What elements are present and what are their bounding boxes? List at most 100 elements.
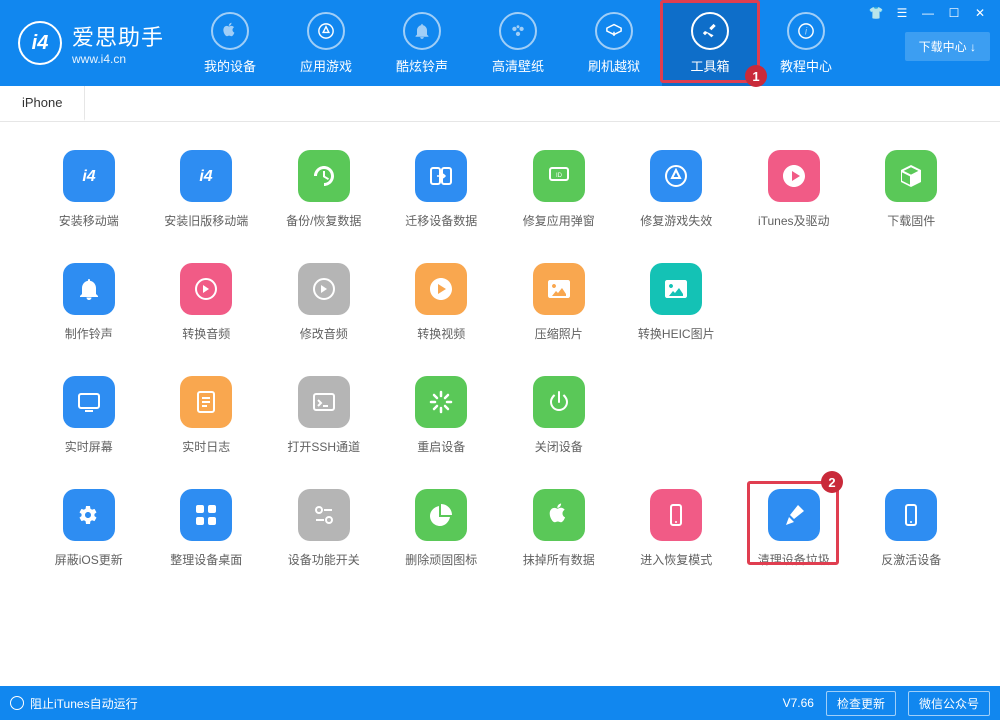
tool-label: 迁移设备数据 xyxy=(405,212,477,229)
tool-反激活设备[interactable]: 反激活设备 xyxy=(853,489,971,568)
log-icon xyxy=(180,376,232,428)
app-title: 爱思助手 xyxy=(72,20,164,52)
download-center-button[interactable]: 下载中心 ↓ xyxy=(905,32,990,61)
tool-修复应用弹窗[interactable]: ID 修复应用弹窗 xyxy=(500,150,618,229)
radio-icon[interactable] xyxy=(10,696,24,710)
appleid-icon: ID xyxy=(533,150,585,202)
nav-4[interactable]: 刷机越狱 xyxy=(566,0,662,86)
header: i4 爱思助手 www.i4.cn 我的设备 应用游戏 酷炫铃声 高清壁纸 刷机越狱工具… xyxy=(0,0,1000,86)
apple-icon xyxy=(533,489,585,541)
tool-下载固件[interactable]: 下载固件 xyxy=(853,150,971,229)
tool-打开SSH通道[interactable]: 打开SSH通道 xyxy=(265,376,383,455)
wechat-button[interactable]: 微信公众号 xyxy=(908,691,990,716)
svg-text:i4: i4 xyxy=(82,168,95,185)
tool-实时屏幕[interactable]: 实时屏幕 xyxy=(30,376,148,455)
tool-压缩照片[interactable]: 压缩照片 xyxy=(500,263,618,342)
tool-重启设备[interactable]: 重启设备 xyxy=(383,376,501,455)
tool-label: 关闭设备 xyxy=(535,438,583,455)
terminal-icon xyxy=(298,376,350,428)
restore-icon xyxy=(298,150,350,202)
tool-转换视频[interactable]: 转换视频 xyxy=(383,263,501,342)
nav-label: 酷炫铃声 xyxy=(396,56,448,75)
power-icon xyxy=(533,376,585,428)
theme-icon[interactable]: 👕 xyxy=(864,4,888,22)
tool-修改音频[interactable]: 修改音频 xyxy=(265,263,383,342)
footer-itunes-toggle[interactable]: 阻止iTunes自动运行 xyxy=(30,695,138,712)
tool-label: iTunes及驱动 xyxy=(758,212,830,229)
nav-label: 高清壁纸 xyxy=(492,56,544,75)
phone-icon xyxy=(650,489,702,541)
check-update-button[interactable]: 检查更新 xyxy=(826,691,896,716)
nav-1[interactable]: 应用游戏 xyxy=(278,0,374,86)
nav-icon-5 xyxy=(691,12,729,50)
tool-label: 反激活设备 xyxy=(881,551,941,568)
image-icon xyxy=(533,263,585,315)
tools-grid: i4 安装移动端 i4安装旧版移动端备份/恢复数据迁移设备数据 ID 修复应用弹窗 修复游… xyxy=(30,150,970,568)
i4-icon: i4 xyxy=(63,150,115,202)
tool-进入恢复模式[interactable]: 进入恢复模式 xyxy=(618,489,736,568)
image-icon xyxy=(650,263,702,315)
nav-label: 工具箱 xyxy=(691,56,730,75)
tool-整理设备桌面[interactable]: 整理设备桌面 xyxy=(148,489,266,568)
tool-label: 实时日志 xyxy=(182,438,230,455)
loading-icon xyxy=(415,376,467,428)
tool-label: 整理设备桌面 xyxy=(170,551,242,568)
tool-label: 安装移动端 xyxy=(59,212,119,229)
app-url: www.i4.cn xyxy=(72,52,164,66)
toggle-icon xyxy=(298,489,350,541)
logo-badge-icon: i4 xyxy=(18,21,62,65)
app-logo: i4 爱思助手 www.i4.cn xyxy=(0,20,182,66)
tool-实时日志[interactable]: 实时日志 xyxy=(148,376,266,455)
tool-抹掉所有数据[interactable]: 抹掉所有数据 xyxy=(500,489,618,568)
tool-label: 屏蔽iOS更新 xyxy=(55,551,123,568)
migrate-icon xyxy=(415,150,467,202)
nav-icon-6: i xyxy=(787,12,825,50)
tool-设备功能开关[interactable]: 设备功能开关 xyxy=(265,489,383,568)
nav-icon-2 xyxy=(403,12,441,50)
tool-制作铃声[interactable]: 制作铃声 xyxy=(30,263,148,342)
nav-5[interactable]: 工具箱 xyxy=(662,0,758,86)
nav-3[interactable]: 高清壁纸 xyxy=(470,0,566,86)
tool-迁移设备数据[interactable]: 迁移设备数据 xyxy=(383,150,501,229)
tool-修复游戏失效[interactable]: 修复游戏失效 xyxy=(618,150,736,229)
maximize-icon[interactable]: ☐ xyxy=(942,4,966,22)
tool-备份/恢复数据[interactable]: 备份/恢复数据 xyxy=(265,150,383,229)
annotation-badge-2: 2 xyxy=(821,471,843,493)
bell-icon xyxy=(63,263,115,315)
tool-清理设备垃圾[interactable]: 清理设备垃圾2 xyxy=(735,489,853,568)
phone-icon xyxy=(885,489,937,541)
tool-转换HEIC图片[interactable]: 转换HEIC图片 xyxy=(618,263,736,342)
nav-0[interactable]: 我的设备 xyxy=(182,0,278,86)
clean-icon xyxy=(768,489,820,541)
tool-安装旧版移动端[interactable]: i4安装旧版移动端 xyxy=(148,150,266,229)
screen-icon xyxy=(63,376,115,428)
nav-label: 应用游戏 xyxy=(300,56,352,75)
tool-label: 安装旧版移动端 xyxy=(164,212,248,229)
menu-icon[interactable]: ☰ xyxy=(890,4,914,22)
tool-label: 实时屏幕 xyxy=(65,438,113,455)
tool-label: 修复应用弹窗 xyxy=(523,212,595,229)
nav-icon-1 xyxy=(307,12,345,50)
nav-icon-3 xyxy=(499,12,537,50)
tool-删除顽固图标[interactable]: 删除顽固图标 xyxy=(383,489,501,568)
close-icon[interactable]: ✕ xyxy=(968,4,992,22)
tool-label: 转换视频 xyxy=(417,325,465,342)
audio-icon xyxy=(298,263,350,315)
tool-iTunes及驱动[interactable]: iTunes及驱动 xyxy=(735,150,853,229)
tool-安装移动端[interactable]: i4 安装移动端 xyxy=(30,150,148,229)
tool-label: 设备功能开关 xyxy=(288,551,360,568)
nav-label: 我的设备 xyxy=(204,56,256,75)
nav-2[interactable]: 酷炫铃声 xyxy=(374,0,470,86)
play-icon xyxy=(415,263,467,315)
minimize-icon[interactable]: — xyxy=(916,4,940,22)
tab-iphone[interactable]: iPhone xyxy=(0,86,85,121)
tool-关闭设备[interactable]: 关闭设备 xyxy=(500,376,618,455)
svg-text:ID: ID xyxy=(556,173,563,179)
tool-label: 进入恢复模式 xyxy=(640,551,712,568)
footer: 阻止iTunes自动运行 V7.66 检查更新 微信公众号 xyxy=(0,686,1000,720)
tab-bar: iPhone xyxy=(0,86,1000,122)
pie-icon xyxy=(415,489,467,541)
nav-6[interactable]: i教程中心 xyxy=(758,0,854,86)
tool-转换音频[interactable]: 转换音频 xyxy=(148,263,266,342)
tool-屏蔽iOS更新[interactable]: 屏蔽iOS更新 xyxy=(30,489,148,568)
